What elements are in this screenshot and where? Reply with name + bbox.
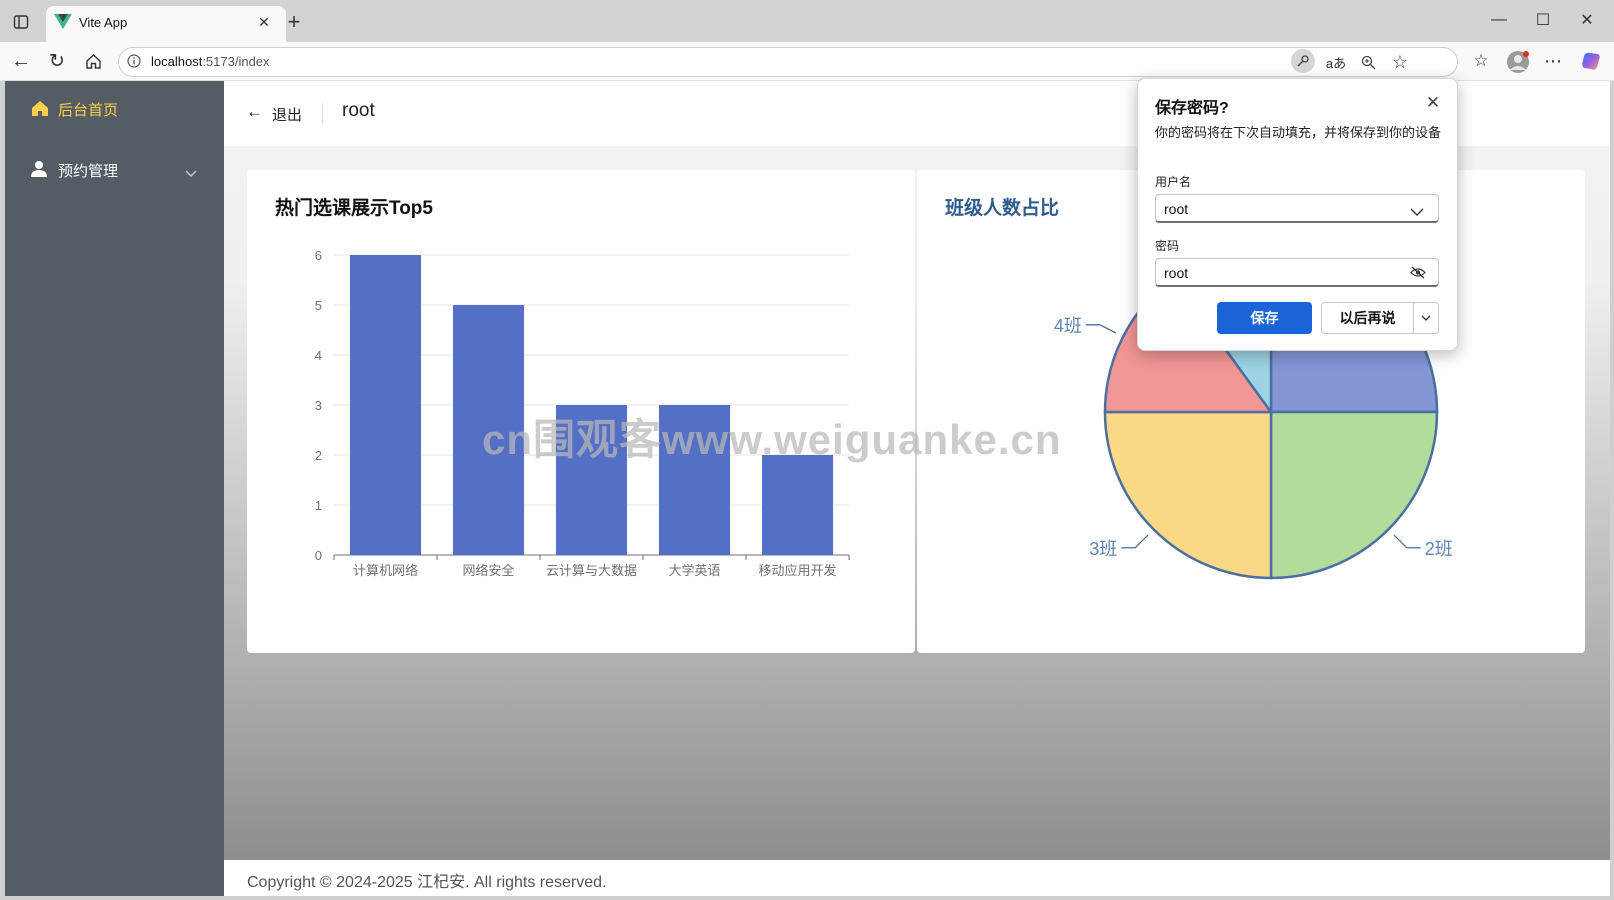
arrow-left-icon: ← [246,102,263,121]
copyright-text: Copyright © 2024-2025 江杞安. All rights re… [247,874,607,891]
x-tick-label: 云计算与大数据 [546,563,637,578]
vue-logo-icon [54,14,72,32]
user-icon [31,160,49,178]
y-tick-label: 2 [315,448,322,463]
more-options-button[interactable] [1414,302,1439,334]
save-password-dialog: 保存密码? ✕ 你的密码将在下次自动填充，并将保存到你的设备 用户名 root … [1137,78,1458,351]
info-icon[interactable] [125,52,143,70]
home-icon[interactable] [80,48,106,74]
chevron-down-icon[interactable] [1410,204,1424,216]
bar[interactable] [349,255,422,555]
y-tick-label: 0 [315,548,322,563]
header-divider [322,103,323,123]
reload-icon[interactable]: ↻ [44,48,70,74]
x-tick-label: 大学英语 [668,563,720,578]
username: root [342,100,375,121]
username-field[interactable]: root [1155,194,1439,223]
pie-slice[interactable] [1103,410,1273,580]
dialog-description: 你的密码将在下次自动填充，并将保存到你的设备 [1155,125,1442,140]
home-icon [31,100,49,118]
maximize-button[interactable]: ☐ [1528,8,1558,32]
plus-icon[interactable]: + [282,9,306,34]
pie-label-line [1121,534,1149,549]
y-tick-label: 1 [315,498,322,513]
tab-title: Vite App [79,15,128,30]
x-tick-label: 计算机网络 [353,563,418,578]
password-label: 密码 [1155,239,1180,253]
y-tick-label: 3 [315,398,322,413]
sidebar-icon[interactable] [8,10,34,34]
favorites-icon[interactable]: ☆ [1468,48,1494,74]
pie-label-line [1393,534,1421,549]
chevron-down-icon [185,165,197,177]
more-icon[interactable]: ⋯ [1540,48,1566,74]
window-close-button[interactable]: ✕ [1572,8,1602,32]
save-button[interactable]: 保存 [1217,302,1312,334]
dialog-title: 保存密码? [1155,100,1229,117]
profile-icon[interactable] [1504,48,1532,76]
close-icon[interactable]: ✕ [1422,92,1444,114]
eye-off-icon[interactable] [1410,266,1426,280]
pie-label: 3班 [1089,539,1117,559]
password-value: root [1164,265,1189,281]
page-footer: Copyright © 2024-2025 江杞安. All rights re… [224,860,1610,896]
logout-button[interactable]: ← 退出 [246,101,312,127]
zoom-icon[interactable] [1357,51,1379,73]
read-aloud-icon[interactable]: aあ [1325,51,1347,73]
watermark: cn围观客www.weiguanke.cn [482,416,1062,463]
sidebar: 后台首页 预约管理 [5,81,224,896]
back-icon[interactable]: ← [8,48,34,74]
y-tick-label: 5 [315,298,322,313]
key-icon[interactable] [1291,49,1315,73]
sidebar-item-label: 后台首页 [58,102,119,119]
star-icon[interactable]: ☆ [1389,51,1411,73]
x-tick-label: 移动应用开发 [758,563,836,578]
pie-label: 2班 [1425,539,1453,559]
password-field[interactable]: root [1155,258,1439,287]
y-tick-label: 6 [315,248,322,263]
username-value: root [1164,201,1189,217]
sidebar-item-home[interactable]: 后台首页 [5,81,224,137]
bar[interactable] [761,455,834,555]
x-tick-label: 网络安全 [462,563,514,578]
copilot-icon[interactable] [1578,48,1604,74]
not-now-button[interactable]: 以后再说 [1321,302,1414,334]
logout-label: 退出 [272,107,303,124]
sidebar-item-appointments[interactable]: 预约管理 [5,143,224,199]
browser-tab[interactable]: Vite App ✕ [46,6,286,42]
sidebar-item-label: 预约管理 [58,163,119,180]
pie-slice[interactable] [1269,410,1439,580]
username-label: 用户名 [1155,175,1192,189]
url-text: localhost:5173/index [151,54,270,69]
chevron-down-icon [1421,309,1431,327]
minimize-button[interactable]: — [1484,8,1514,32]
address-bar[interactable]: localhost:5173/index aあ ☆ [118,47,1458,77]
close-icon[interactable]: ✕ [254,12,274,32]
y-tick-label: 4 [315,348,322,363]
pie-label-line [1085,324,1117,334]
pie-label: 4班 [1054,316,1082,336]
